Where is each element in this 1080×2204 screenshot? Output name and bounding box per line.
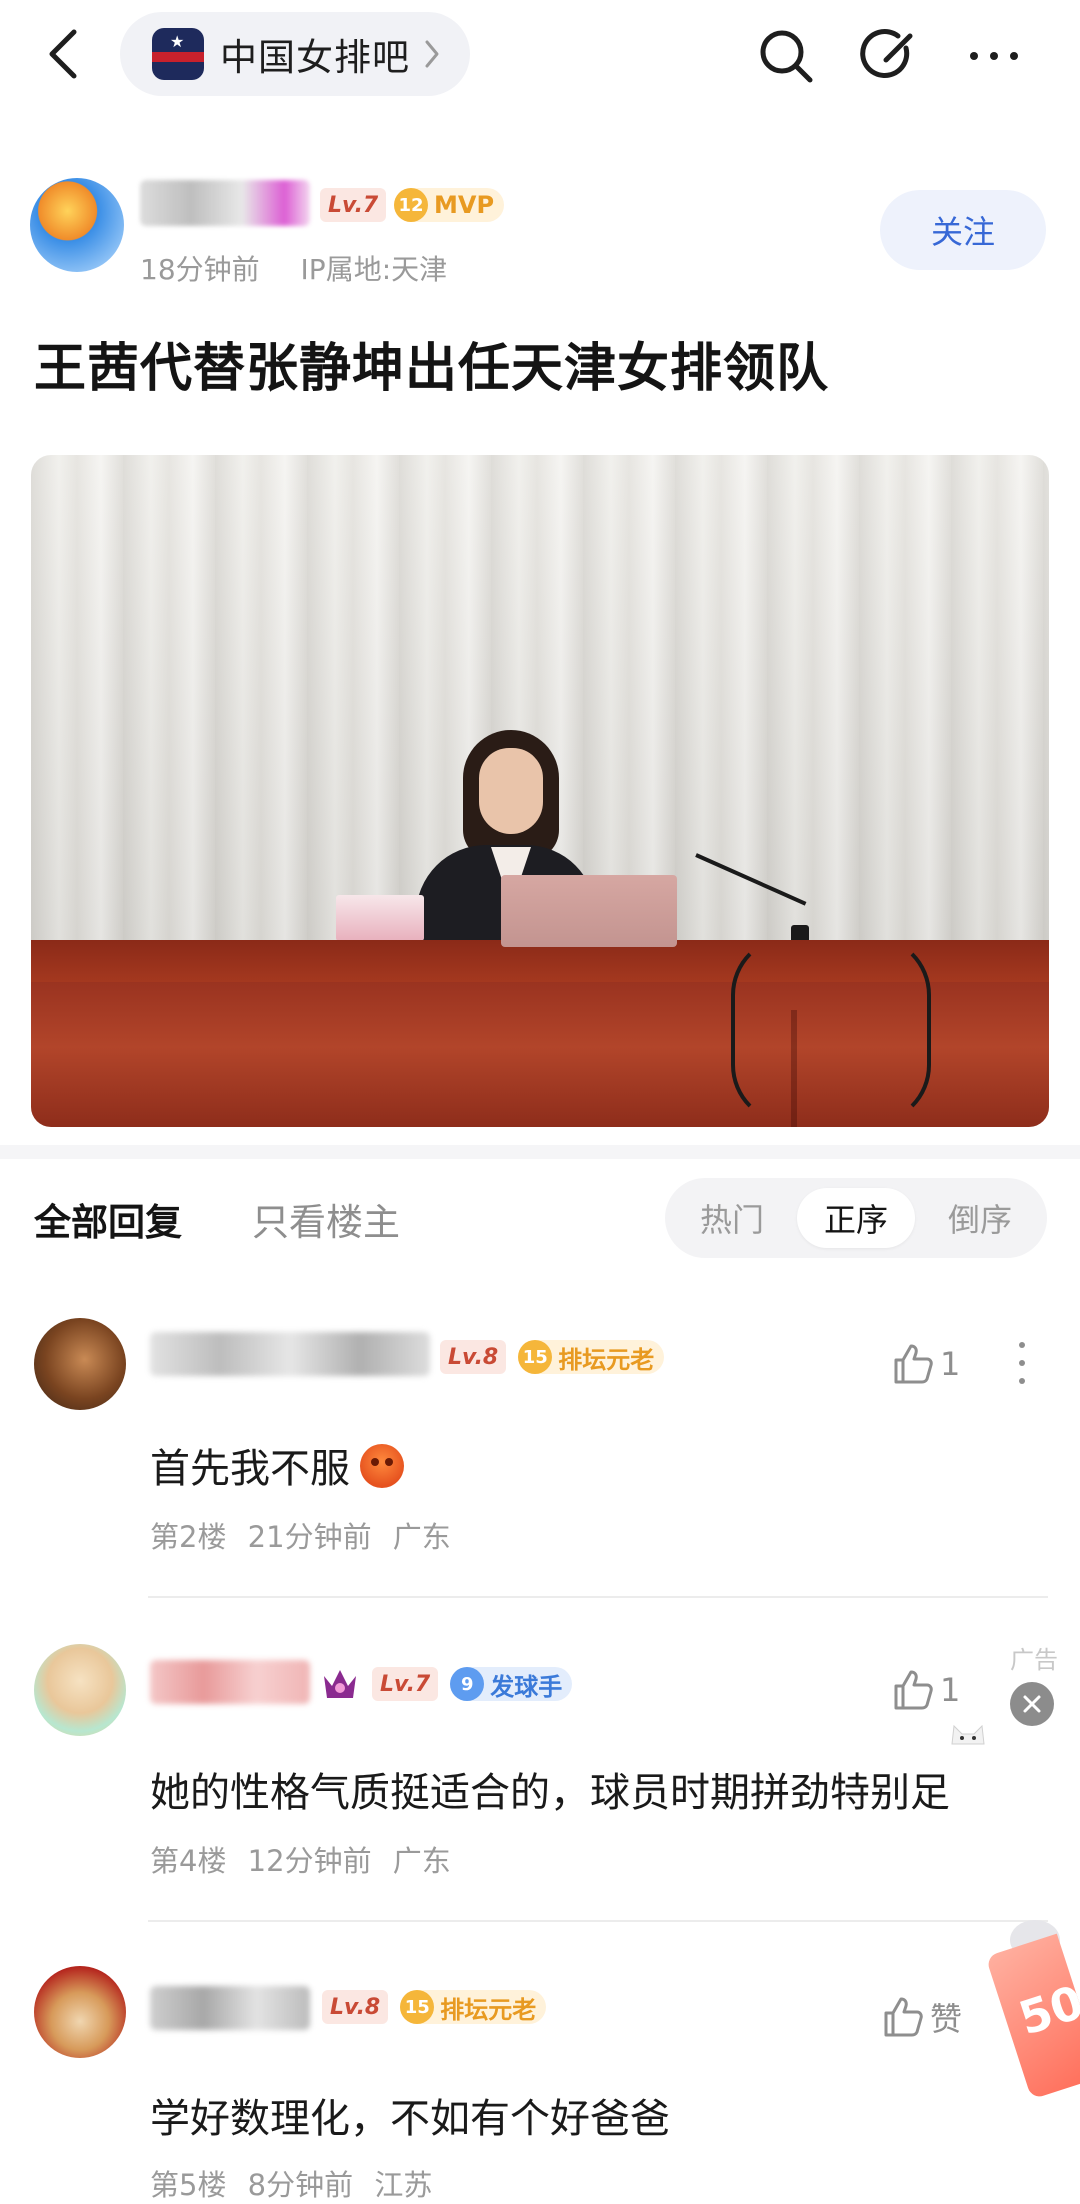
back-icon [49,29,77,79]
honor-title: 发球手 [490,1672,563,1701]
comment-badges: Lv.7 9 发球手 [320,1664,573,1704]
back-button[interactable] [40,24,90,84]
follow-button[interactable]: 关注 [880,190,1046,270]
author-avatar[interactable] [30,178,124,272]
commenter-name-blurred[interactable] [150,1332,430,1376]
honor-level-number: 15 [400,1990,435,2024]
comment-text: 首先我不服 [150,1436,404,1494]
tab-owner-only[interactable]: 只看楼主 [252,1192,400,1246]
avatar[interactable] [34,1644,126,1736]
thumbs-up-icon [894,1344,933,1384]
comment-meta: 第4楼 12分钟前 广东 [150,1838,451,1880]
comment-text: 学好数理化，不如有个好爸爸 [150,2096,670,2142]
forum-chip[interactable]: ★ 中国女排吧 [120,12,470,96]
honor-title: 排坛元老 [440,1995,537,2024]
level-badge: Lv.8 [440,1340,507,1374]
coupon-amount: 50 [1012,1974,1080,2046]
comment-location: 广东 [392,1844,451,1878]
more-icon [970,52,1018,60]
author-name-blurred[interactable] [140,180,310,226]
honor-title: 排坛元老 [558,1345,655,1374]
comment-badges: Lv.8 15 排坛元老 [322,1990,547,2024]
forum-name: 中国女排吧 [220,36,410,79]
honor-badge: 15 排坛元老 [518,1340,665,1374]
thumbs-up-icon [894,1670,933,1710]
like-button[interactable]: 1 [890,1342,960,1386]
comment-location: 广东 [392,1520,451,1554]
sort-hot[interactable]: 热门 [673,1188,791,1248]
floor-number: 第2楼 [150,1520,227,1554]
forum-logo: ★ [152,28,204,80]
ad-label: 广告 [1010,1646,1058,1674]
honor-title: MVP [434,191,495,219]
avatar[interactable] [34,1966,126,2058]
chevron-right-icon [425,40,439,68]
like-button[interactable]: 赞 [880,1994,962,2040]
post-time: 18分钟前 [140,253,260,286]
post-image[interactable] [31,455,1049,1127]
like-count: 1 [940,1671,961,1709]
comment-meta: 第5楼 8分钟前 江苏 [150,2162,432,2204]
honor-level-number: 9 [450,1667,485,1701]
close-icon [1023,1695,1041,1713]
honor-level-number: 15 [518,1340,553,1374]
comment-divider [148,1596,1048,1598]
angry-face-emoji-icon [360,1444,404,1488]
comment-time: 12分钟前 [247,1844,372,1878]
crown-icon [324,1670,356,1698]
edit-button[interactable] [860,26,920,86]
level-badge: Lv.7 [372,1667,439,1701]
more-button[interactable] [964,26,1024,86]
mascot-icon [951,1724,985,1745]
author-honor-badge: 12 MVP [394,188,505,222]
honor-badge: 9 发球手 [450,1667,573,1701]
comment-divider [148,1920,1048,1922]
section-divider [0,1145,1080,1159]
ad-coupon[interactable]: 50 [985,1933,1080,2100]
comment-badges: Lv.8 15 排坛元老 [440,1340,665,1374]
sort-ascending[interactable]: 正序 [797,1188,915,1248]
level-badge: Lv.8 [322,1990,389,2024]
honor-badge: 15 排坛元老 [400,1990,547,2024]
floor-number: 第5楼 [150,2168,227,2202]
tab-all-replies[interactable]: 全部回复 [34,1192,182,1246]
avatar[interactable] [34,1318,126,1410]
thumbs-up-icon [884,1997,923,2037]
floor-number: 第4楼 [150,1844,227,1878]
author-level-badge: Lv.7 [320,188,387,222]
ad-close-button[interactable] [1010,1682,1054,1726]
like-label: 赞 [930,2000,963,2038]
top-bar: ★ 中国女排吧 [0,0,1080,110]
sort-descending[interactable]: 倒序 [921,1188,1039,1248]
post-ip-location: IP属地:天津 [300,253,448,286]
comment-time: 8分钟前 [247,2168,354,2202]
post-title: 王茜代替张静坤出任天津女排领队 [34,339,830,399]
edit-icon [860,29,913,78]
comment-text: 她的性格气质挺适合的，球员时期拼劲特别足 [150,1770,950,1816]
sort-toggle: 热门 正序 倒序 [665,1178,1047,1258]
author-meta: 18分钟前 IP属地:天津 [140,248,447,288]
like-count: 1 [940,1345,961,1383]
commenter-name-blurred[interactable] [150,1986,310,2030]
comment-location: 江苏 [374,2168,433,2202]
commenter-name-blurred[interactable] [150,1660,310,1704]
comment-time: 21分钟前 [247,1520,372,1554]
comment-more-button[interactable] [1017,1342,1027,1388]
search-icon [760,30,813,83]
search-button[interactable] [756,26,816,86]
comment-meta: 第2楼 21分钟前 广东 [150,1514,451,1556]
honor-level-number: 12 [394,188,428,222]
like-button[interactable]: 1 [890,1668,960,1712]
